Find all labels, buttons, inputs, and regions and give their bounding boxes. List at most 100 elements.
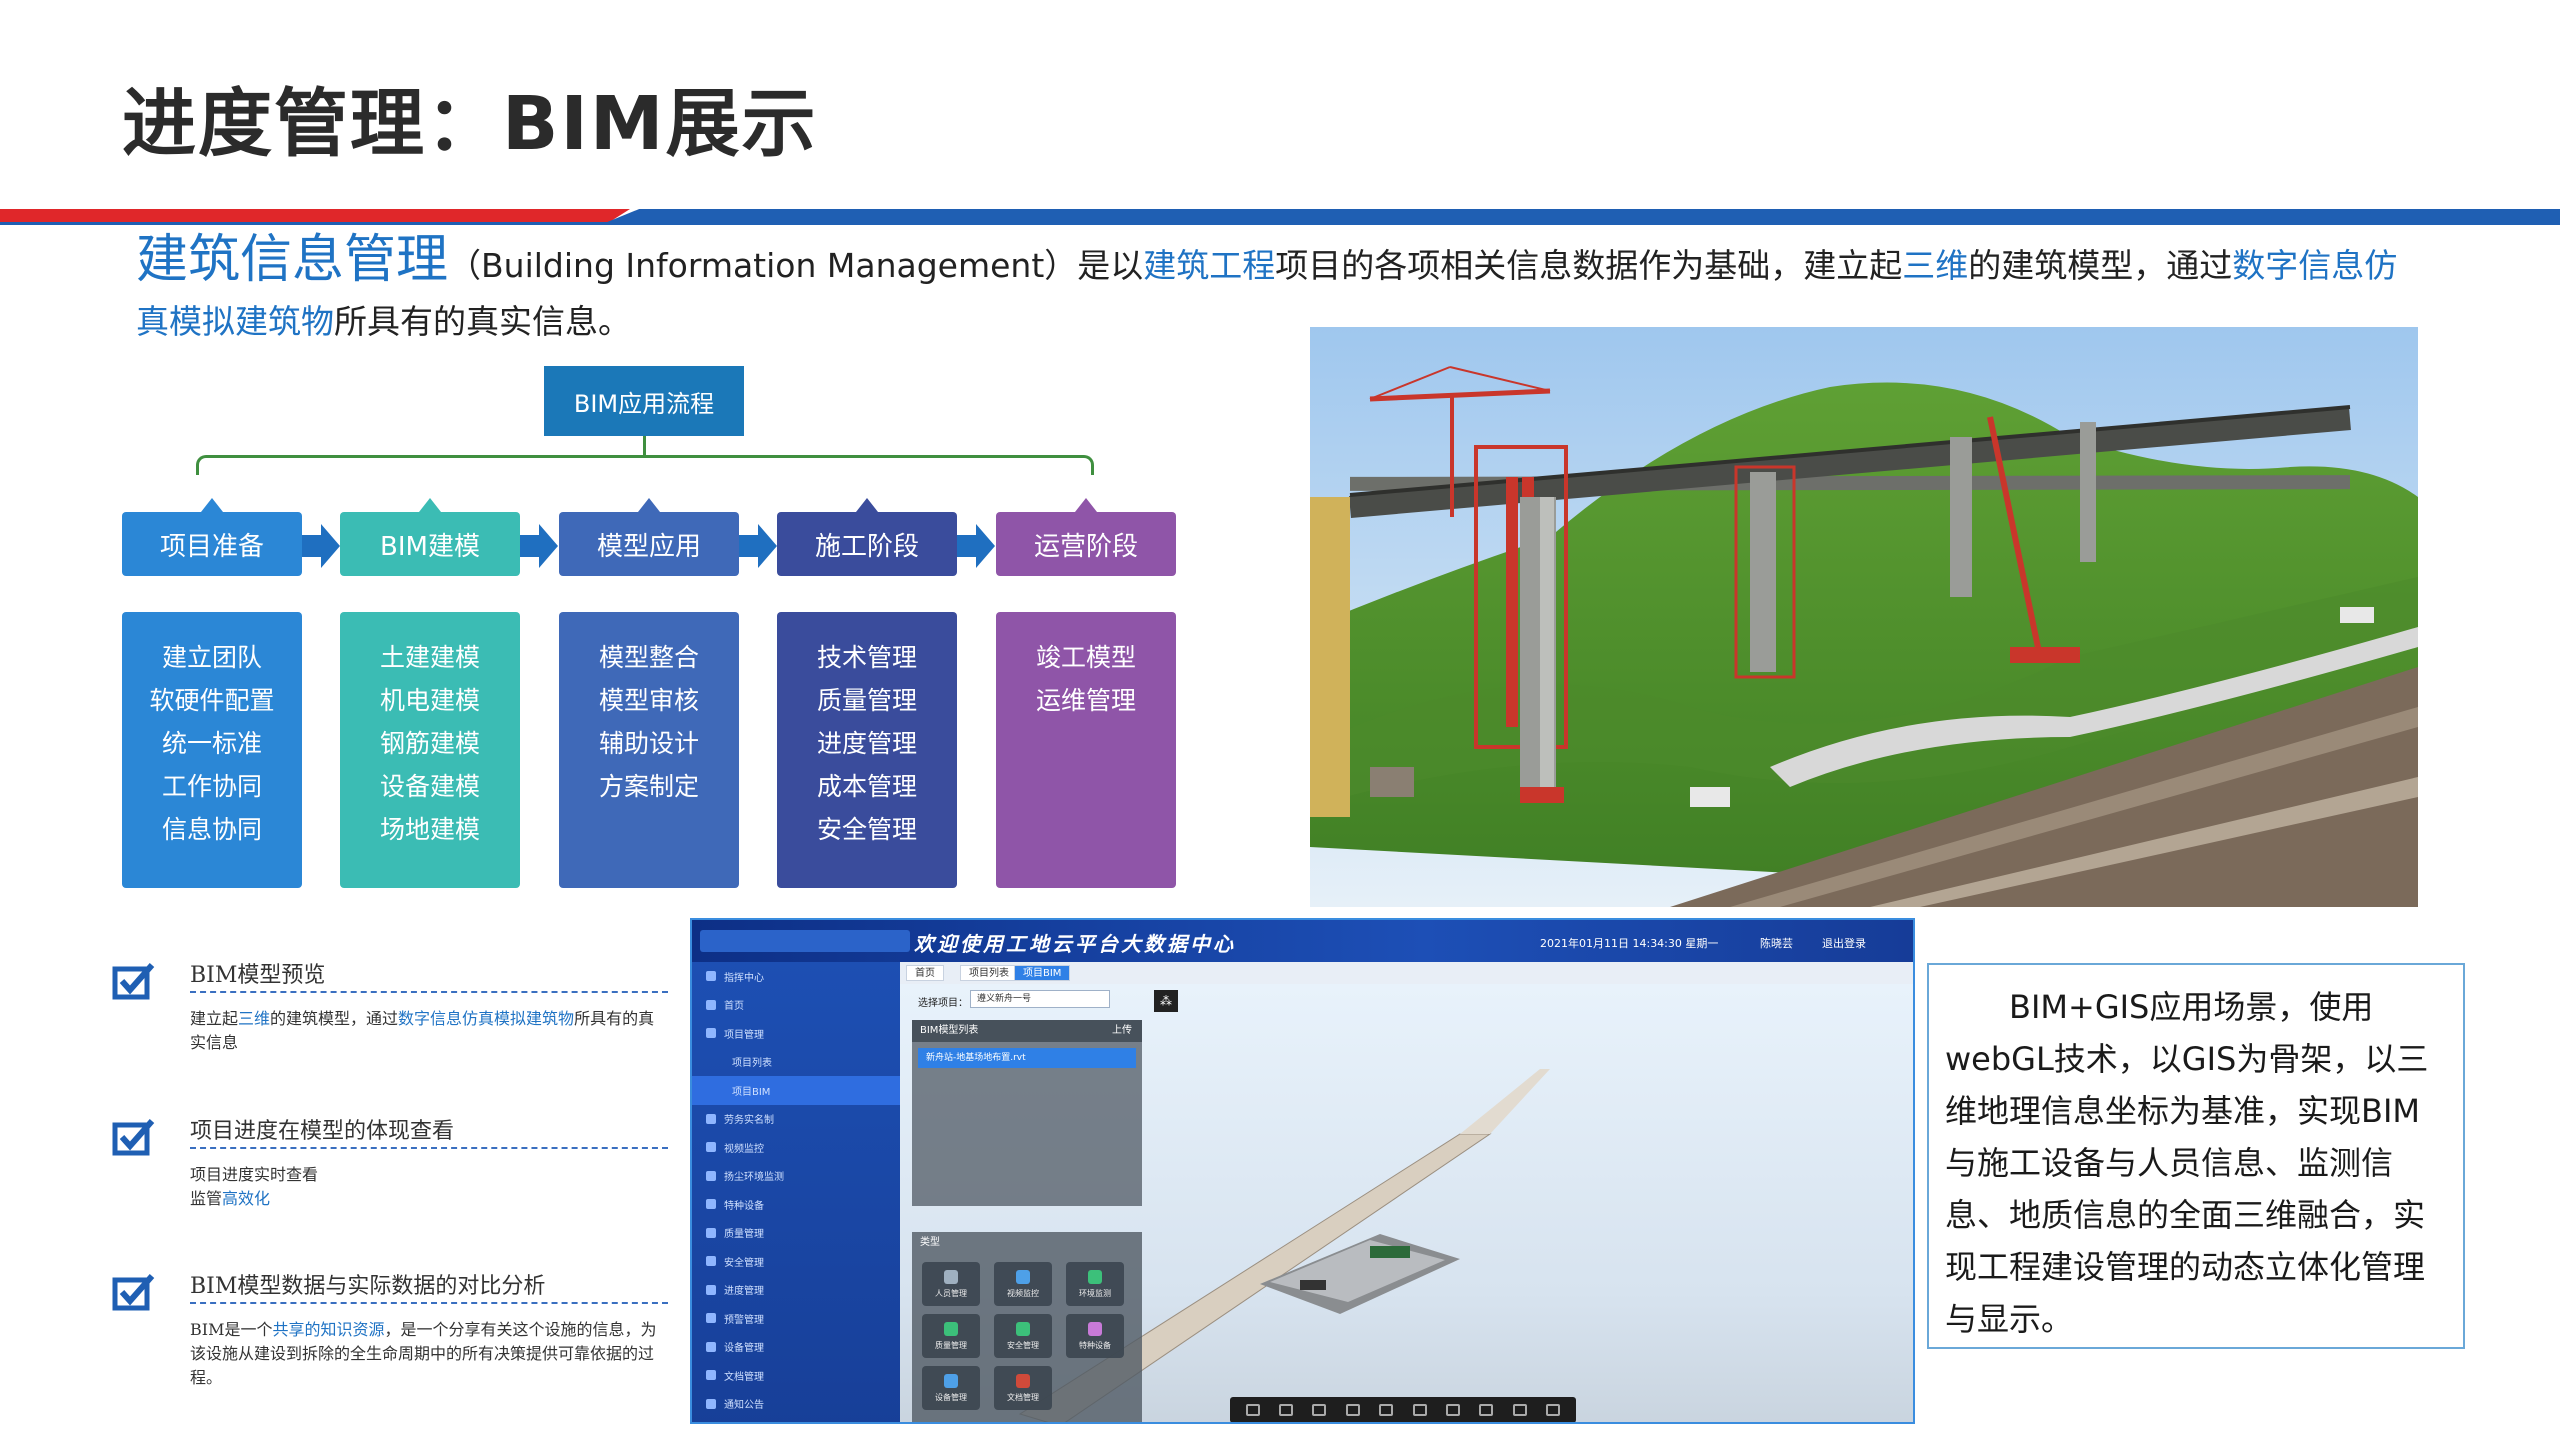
phase-3-label: 模型应用 [559,512,739,576]
sidebar-item[interactable]: 项目BIM [692,1076,900,1105]
tab-2[interactable]: 项目列表 [960,965,1018,981]
type-button[interactable]: 质量管理 [922,1314,980,1358]
type-icon [944,1374,958,1388]
type-button[interactable]: 安全管理 [994,1314,1052,1358]
description-text: 项目进度实时查看 [190,1165,319,1184]
sidebar-item[interactable]: 项目列表 [692,1048,900,1077]
type-icon [1016,1374,1030,1388]
task-item: 成本管理 [816,772,917,801]
logout-button[interactable]: 退出登录 [1822,935,1866,951]
task-item: 钢筋建模 [379,729,480,758]
sidebar-item[interactable]: 指挥中心 [692,962,900,991]
sidebar-item-label: 项目列表 [732,1058,772,1070]
type-button[interactable]: 设备管理 [922,1366,980,1410]
platform-heading: 欢迎使用工地云平台大数据中心 [914,932,1236,956]
highlight-text: 共享的知识资源 [272,1320,385,1339]
task-item: 安全管理 [816,815,917,844]
task-item: 方案制定 [598,772,699,801]
bim-list-header: BIM模型列表 上传 [912,1020,1142,1042]
sidebar-item[interactable]: 劳务实名制 [692,1105,900,1134]
checklist-title: BIM模型预览 [190,963,326,988]
sidebar-item[interactable]: 进度管理 [692,1276,900,1305]
bridge-construction-rendering [1310,327,2418,907]
sidebar-item-label: 特种设备 [724,1200,764,1212]
menu-icon [706,1199,716,1210]
sidebar-item[interactable]: 扬尘环境监测 [692,1162,900,1191]
type-button[interactable]: 视频监控 [994,1262,1052,1306]
checklist-title: 项目进度在模型的体现查看 [190,1119,455,1144]
menu-icon [706,1028,716,1039]
task-item: 软硬件配置 [149,686,275,715]
settings-icon[interactable] [1479,1404,1494,1416]
fullscreen-icon[interactable] [1546,1404,1561,1416]
task-item: 模型整合 [598,643,699,672]
flow-arrow-icon [302,524,340,568]
sidebar-item[interactable]: 通知公告 [692,1390,900,1419]
viewer-toolbar [1230,1397,1576,1422]
sidebar-item[interactable]: 项目管理 [692,1019,900,1048]
type-panel-title: 类型 [920,1237,940,1248]
checklist-description: 建立起三维的建筑模型，通过数字信息仿真模拟建筑物所具有的真实信息 [190,1007,670,1055]
tab-3[interactable]: 项目BIM [1014,965,1071,981]
type-icon [1088,1322,1102,1336]
type-panel: 类型 人员管理 视频监控 环境监测质量管理 安全管理 特种设备设备管理 文档管理 [912,1232,1142,1422]
intro-highlight: 三维 [1902,246,1969,285]
flow-arrow-icon [957,524,995,568]
properties-icon[interactable] [1446,1404,1461,1416]
upload-button[interactable]: 上传 [1112,1020,1132,1042]
type-button[interactable]: 文档管理 [994,1366,1052,1410]
platform-model-viewer: 选择项目： 遵义新舟一号 ⁂ BIM模型列表 上传 新舟站-地基场地布置.rvt … [900,984,1913,1422]
sidebar-item[interactable]: 预警管理 [692,1304,900,1333]
sidebar-item-label: 扬尘环境监测 [724,1172,784,1184]
type-button[interactable]: 环境监测 [1066,1262,1124,1306]
model-tree-icon[interactable]: ⁂ [1154,990,1178,1012]
info-icon[interactable] [1512,1404,1527,1416]
description-text: 建立起 [190,1009,239,1028]
sidebar-item[interactable]: 质量管理 [692,1219,900,1248]
measure-icon[interactable] [1312,1404,1327,1416]
checklist-title: BIM模型数据与实际数据的对比分析 [190,1274,546,1299]
type-button[interactable]: 特种设备 [1066,1314,1124,1358]
intro-text: 项目的各项相关信息数据作为基础，建立起 [1275,246,1903,285]
flow-arrow-icon [520,524,558,568]
checklist-divider [190,1302,668,1304]
explode-icon[interactable] [1379,1404,1394,1416]
sidebar-item[interactable]: 首页 [692,991,900,1020]
menu-icon [706,1256,716,1267]
home-icon[interactable] [1245,1404,1260,1416]
menu-icon [706,999,716,1010]
sidebar-item[interactable]: 特种设备 [692,1190,900,1219]
section-icon[interactable] [1345,1404,1360,1416]
menu-icon [706,1341,716,1352]
checkbox-icon [112,1117,158,1157]
menu-icon [706,1227,716,1238]
sidebar-item-label: 设备管理 [724,1343,764,1355]
checkbox-icon [112,961,158,1001]
bim-list-title: BIM模型列表 [920,1025,979,1036]
view-icon[interactable] [1279,1404,1294,1416]
sidebar-item[interactable]: 设备管理 [692,1333,900,1362]
bim-model-row[interactable]: 新舟站-地基场地布置.rvt [918,1048,1136,1068]
checklist-divider [190,1147,668,1149]
menu-icon [706,971,716,982]
type-icon [944,1270,958,1284]
project-select[interactable]: 遵义新舟一号 [970,990,1110,1008]
sidebar-item[interactable]: 视频监控 [692,1133,900,1162]
task-item: 设备建模 [379,772,480,801]
task-item: 土建建模 [379,643,480,672]
flow-brace-stem [643,436,646,456]
intro-text: （Building Information Management）是以 [448,246,1144,285]
platform-user[interactable]: 陈晓芸 [1760,935,1793,951]
type-button[interactable]: 人员管理 [922,1262,980,1306]
type-icon [1088,1270,1102,1284]
task-item: 模型审核 [598,686,699,715]
model-browser-icon[interactable] [1412,1404,1427,1416]
sidebar-item-label: 质量管理 [724,1229,764,1241]
phase-2-label: BIM建模 [340,512,520,576]
sidebar-item[interactable]: 文档管理 [692,1361,900,1390]
tab-1[interactable]: 首页 [906,965,944,981]
type-icon [944,1322,958,1336]
task-item: 进度管理 [816,729,917,758]
sidebar-item[interactable]: 安全管理 [692,1247,900,1276]
slide-title: 进度管理：BIM展示 [122,81,818,167]
